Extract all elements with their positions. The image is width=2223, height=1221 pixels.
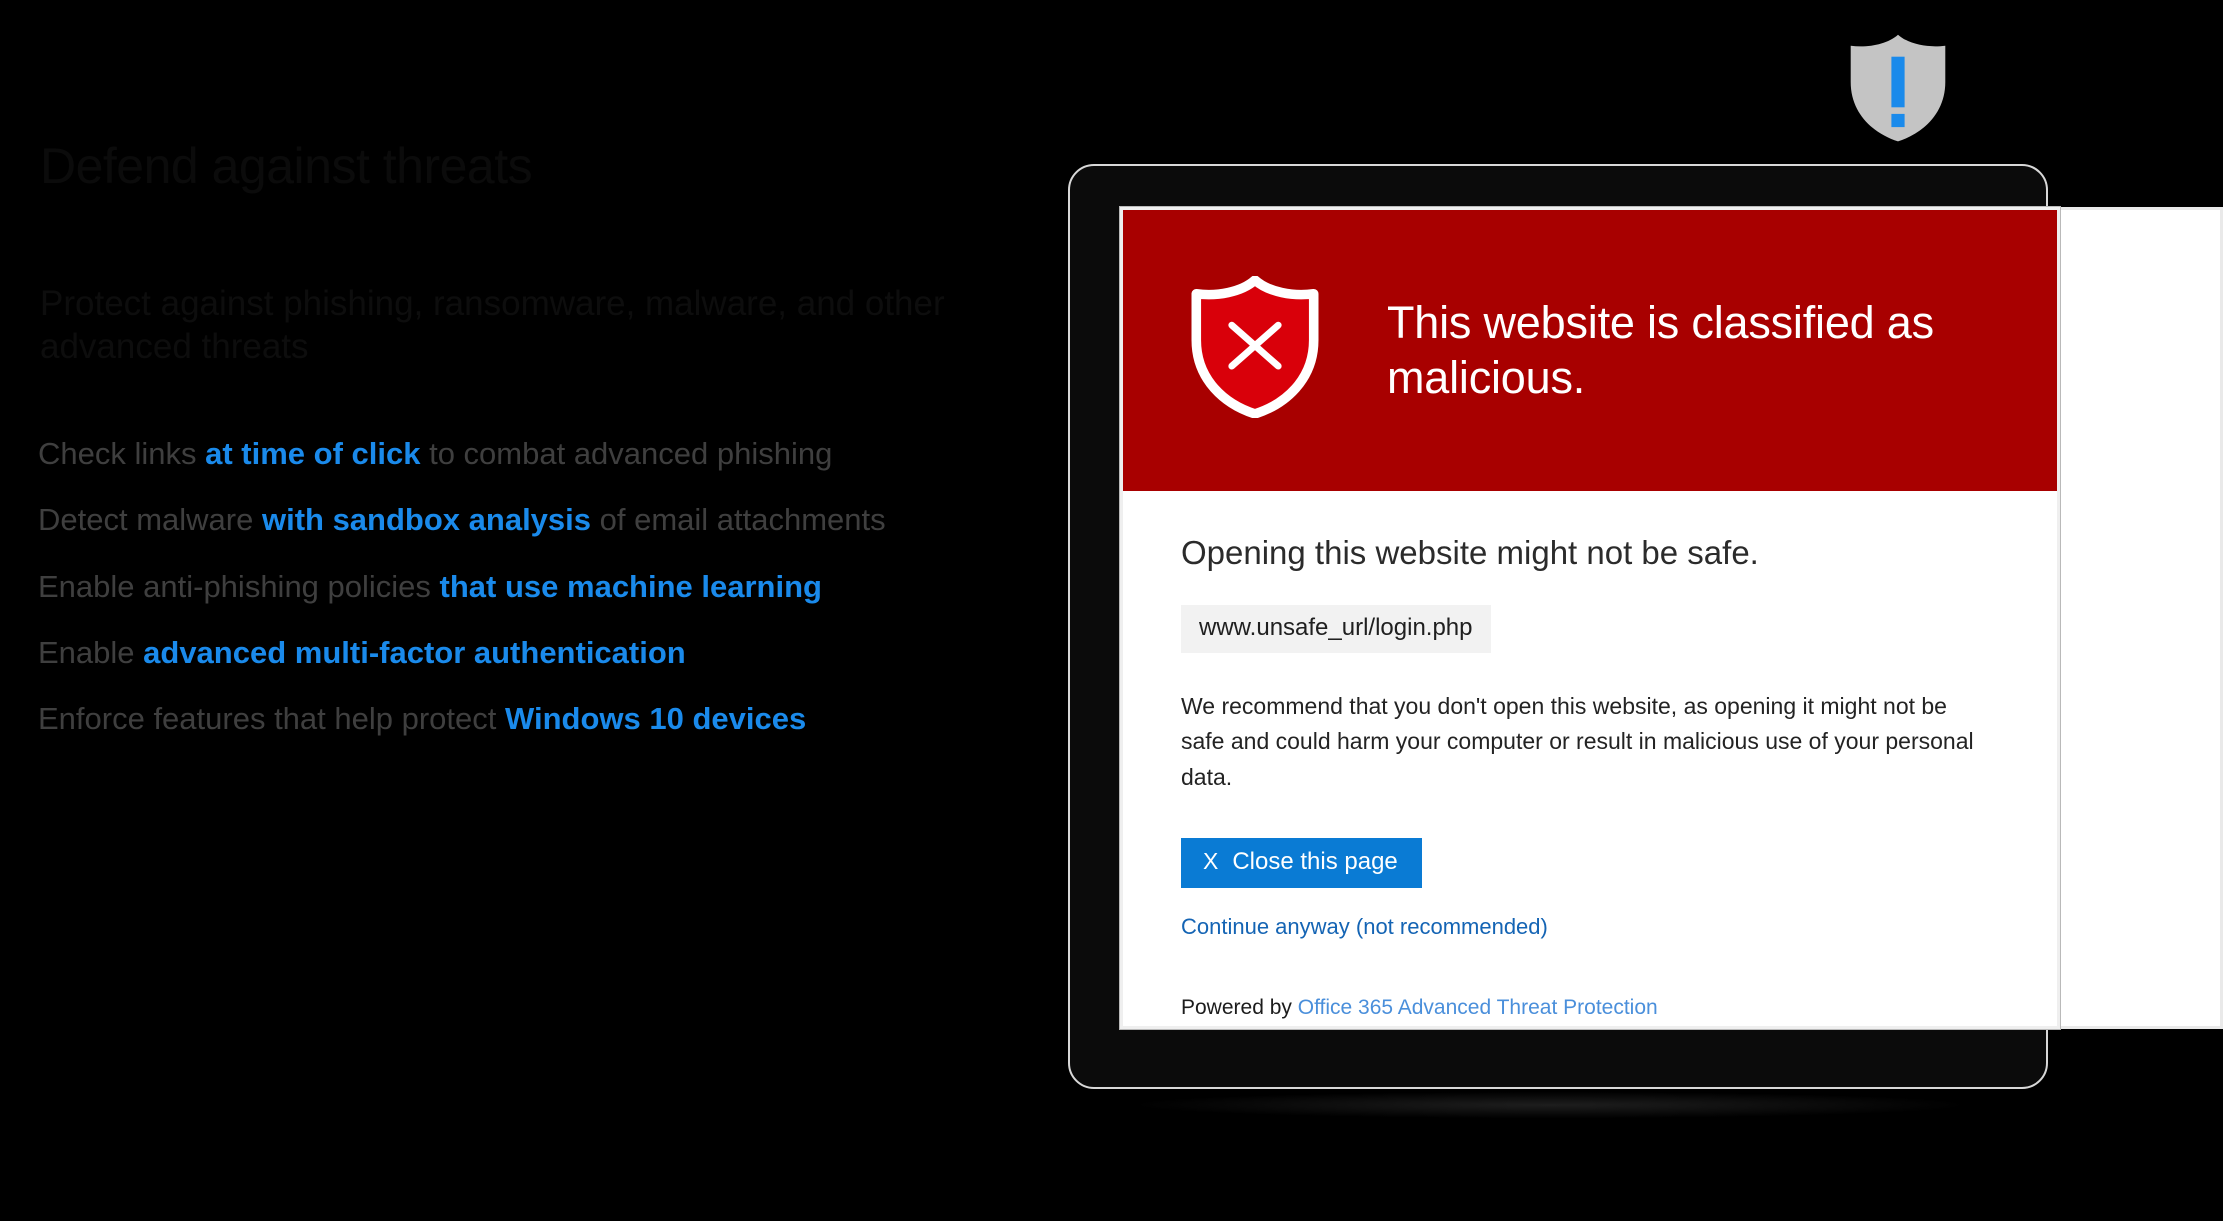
bullet-text-post: of email attachments xyxy=(591,502,886,538)
warning-body: Opening this website might not be safe. … xyxy=(1123,491,2057,1020)
bullet-text-highlight: Windows 10 devices xyxy=(505,701,807,737)
warning-lede: Opening this website might not be safe. xyxy=(1181,534,1759,571)
powered-by-footer: Powered by Office 365 Advanced Threat Pr… xyxy=(1181,996,1999,1020)
malicious-site-warning-dialog: This website is classified as malicious.… xyxy=(1119,206,2061,1030)
list-item: Enable advanced multi-factor authenticat… xyxy=(38,633,918,672)
bullet-text-post: to combat advanced phishing xyxy=(420,436,833,471)
bullet-text-pre: Detect malware xyxy=(38,502,262,538)
blocked-url: www.unsafe_url/login.php xyxy=(1181,604,1491,653)
warning-title: This website is classified as malicious. xyxy=(1387,296,1934,403)
close-this-page-button[interactable]: X Close this page xyxy=(1181,837,1422,888)
bullet-text-pre: Enforce features that help protect xyxy=(38,701,505,737)
close-icon: X xyxy=(1203,848,1219,875)
shield-x-icon xyxy=(1191,275,1319,418)
page-subtitle: Protect against phishing, ransomware, ma… xyxy=(40,284,945,366)
close-button-label: Close this page xyxy=(1232,847,1398,875)
page-title: Defend against threats xyxy=(40,137,533,194)
left-content-pane: Defend against threats Protect against p… xyxy=(0,0,1020,1221)
continue-anyway-link[interactable]: Continue anyway (not recommended) xyxy=(1181,914,1999,940)
warning-description: We recommend that you don't open this we… xyxy=(1181,692,1974,790)
shield-exclamation-icon xyxy=(1850,34,1946,142)
bullet-text-pre: Enable xyxy=(38,635,144,671)
office365-atp-link[interactable]: Office 365 Advanced Threat Protection xyxy=(1298,996,1658,1019)
bullet-text-highlight: with sandbox analysis xyxy=(261,502,592,538)
bullet-text-highlight: at time of click xyxy=(205,436,421,471)
feature-bullet-list: Check links at time of click to combat a… xyxy=(38,434,918,739)
list-item: Check links at time of click to combat a… xyxy=(38,434,918,473)
device-shadow xyxy=(1140,1092,1960,1118)
list-item: Enforce features that help protect Windo… xyxy=(38,699,918,738)
warning-header: This website is classified as malicious. xyxy=(1123,210,2057,491)
bullet-text-highlight: advanced multi-factor authentication xyxy=(143,635,686,671)
powered-by-prefix: Powered by xyxy=(1181,995,1298,1019)
list-item: Enable anti-phishing policies that use m… xyxy=(38,567,918,606)
bullet-text-highlight: that use machine learning xyxy=(439,568,822,604)
bullet-text-pre: Check links xyxy=(38,436,206,471)
list-item: Detect malware with sandbox analysis of … xyxy=(38,500,918,539)
bullet-text-pre: Enable anti-phishing policies xyxy=(38,568,440,604)
